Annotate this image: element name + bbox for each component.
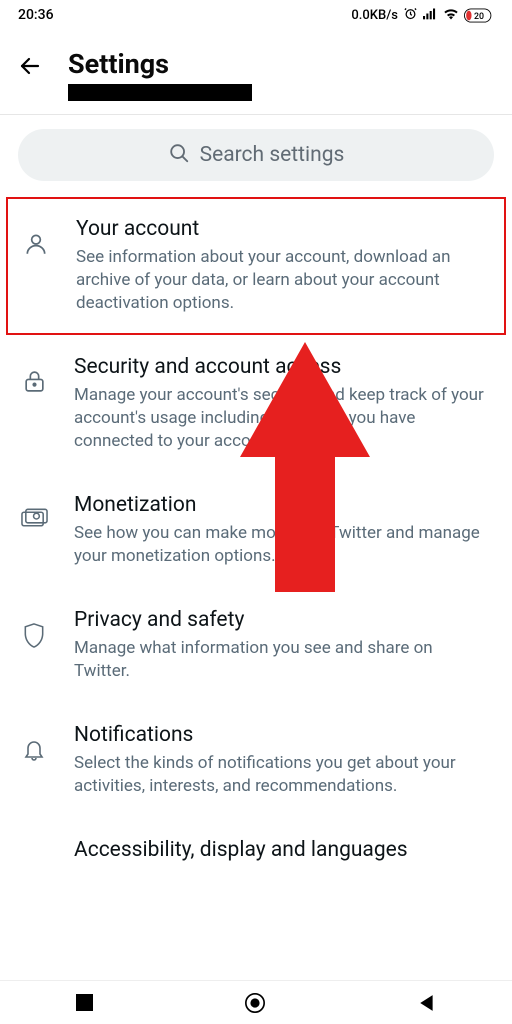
header: Settings — [0, 30, 512, 107]
search-icon — [168, 142, 190, 168]
item-desc: See information about your account, down… — [76, 246, 490, 315]
svg-text:20: 20 — [474, 12, 484, 22]
item-title: Notifications — [74, 723, 492, 748]
item-text: Security and account access Manage your … — [74, 355, 492, 453]
item-desc: Select the kinds of notifications you ge… — [74, 752, 492, 798]
nav-recent-icon[interactable] — [76, 994, 93, 1011]
nav-back-icon[interactable] — [418, 994, 436, 1012]
status-bar: 20:36 0.0KB/s 20 — [0, 0, 512, 30]
network-speed: 0.0KB/s — [351, 8, 398, 23]
content-scroll: Search settings Your account See informa… — [0, 108, 512, 980]
highlight-box: Your account See information about your … — [6, 197, 506, 335]
page-title: Settings — [68, 48, 252, 80]
item-desc: Manage what information you see and shar… — [74, 637, 492, 683]
nav-home-icon[interactable] — [244, 992, 266, 1014]
item-title: Monetization — [74, 493, 492, 518]
search-placeholder: Search settings — [200, 143, 345, 167]
username-redacted — [68, 84, 252, 101]
settings-item-your-account[interactable]: Your account See information about your … — [22, 217, 490, 315]
settings-item-notifications[interactable]: Notifications Select the kinds of notifi… — [0, 703, 512, 818]
search-wrap: Search settings — [0, 115, 512, 197]
money-icon — [20, 507, 48, 529]
status-time: 20:36 — [18, 7, 54, 23]
lock-icon — [20, 369, 48, 394]
settings-item-security[interactable]: Security and account access Manage your … — [0, 335, 512, 473]
item-text: Monetization See how you can make money … — [74, 493, 492, 568]
settings-item-monetization[interactable]: Monetization See how you can make money … — [0, 473, 512, 588]
item-text: Your account See information about your … — [76, 217, 490, 315]
item-title: Privacy and safety — [74, 608, 492, 633]
item-title: Security and account access — [74, 355, 492, 380]
shield-icon — [20, 622, 48, 649]
search-input[interactable]: Search settings — [18, 129, 494, 181]
item-text: Privacy and safety Manage what informati… — [74, 608, 492, 683]
item-title: Your account — [76, 217, 490, 242]
item-text: Notifications Select the kinds of notifi… — [74, 723, 492, 798]
system-nav-bar — [0, 980, 512, 1024]
battery-icon: 20 — [464, 8, 494, 23]
settings-item-accessibility[interactable]: Accessibility, display and languages — [0, 818, 512, 867]
signal-icon — [423, 7, 438, 24]
item-title: Accessibility, display and languages — [74, 838, 492, 863]
item-text: Accessibility, display and languages — [74, 838, 492, 867]
alarm-icon — [403, 6, 418, 25]
settings-list: Your account See information about your … — [0, 197, 512, 867]
settings-item-privacy[interactable]: Privacy and safety Manage what informati… — [0, 588, 512, 703]
person-icon — [22, 231, 50, 257]
status-right: 0.0KB/s 20 — [351, 6, 494, 25]
item-desc: Manage your account's security and keep … — [74, 384, 492, 453]
back-arrow-icon[interactable] — [18, 54, 42, 82]
bell-icon — [20, 737, 48, 763]
item-desc: See how you can make money on Twitter an… — [74, 522, 492, 568]
wifi-icon — [443, 7, 459, 24]
